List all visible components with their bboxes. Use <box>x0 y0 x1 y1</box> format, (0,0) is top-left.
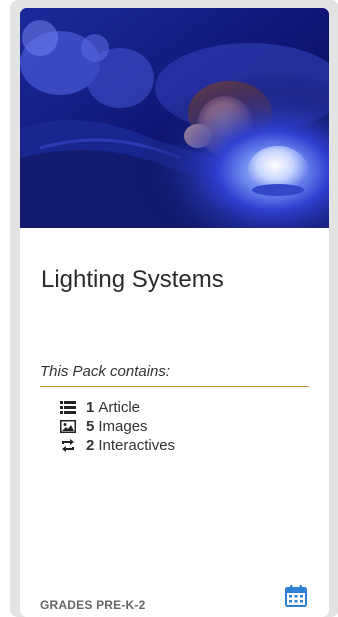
grade-level-label: GRADES PRE-K-2 <box>40 598 146 612</box>
article-label: Article <box>98 399 141 416</box>
child-night-light-photo <box>20 8 329 228</box>
interactives-label: Interactives <box>98 437 176 454</box>
interactives-count: 2 <box>86 437 95 454</box>
interactive-icon <box>60 439 76 453</box>
image-icon <box>60 420 76 434</box>
calendar-icon[interactable] <box>284 584 308 608</box>
pack-contents-list: 1 Article 5 Images 2 Interactives <box>60 398 175 455</box>
images-label: Images <box>98 418 148 435</box>
pack-contents-heading: This Pack contains: <box>40 363 309 387</box>
card-title[interactable]: Lighting Systems <box>41 266 224 294</box>
pack-item-images: 5 Images <box>60 417 175 436</box>
list-icon <box>60 401 76 415</box>
pack-item-interactives: 2 Interactives <box>60 436 175 455</box>
images-count: 5 <box>86 418 95 435</box>
content-pack-card[interactable]: Lighting Systems This Pack contains: 1 A… <box>20 8 329 617</box>
pack-item-article: 1 Article <box>60 398 175 417</box>
card-hero-image[interactable] <box>20 8 329 228</box>
article-count: 1 <box>86 399 95 416</box>
